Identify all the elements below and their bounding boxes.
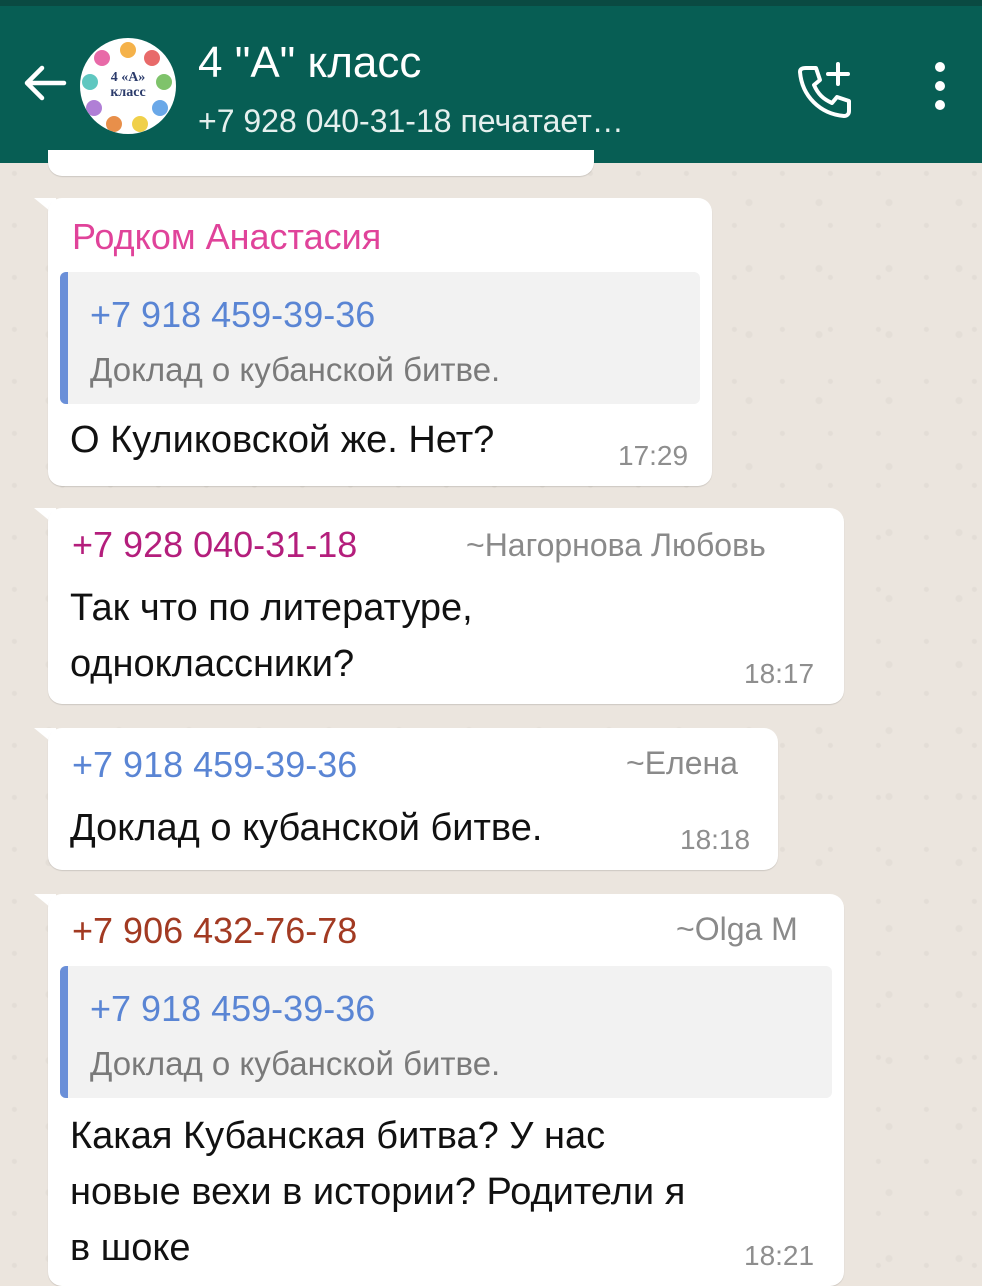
message-bubble[interactable]: +7 928 040-31-18 ~Нагорнова Любовь Так ч…	[48, 508, 844, 704]
message-sender[interactable]: Родком Анастасия	[72, 216, 381, 258]
message-sender[interactable]: +7 906 432-76-78	[72, 910, 357, 952]
more-vert-icon[interactable]	[920, 62, 960, 114]
message-text: Доклад о кубанской битве.	[70, 807, 543, 849]
message-bubble[interactable]: +7 906 432-76-78 ~Olga M +7 918 459-39-3…	[48, 894, 844, 1286]
message-text-line: Так что по литературе,	[70, 587, 473, 629]
typing-status: +7 928 040-31-18 печатает…	[198, 103, 624, 139]
message-text: О Куликовской же. Нет?	[70, 419, 495, 461]
avatar-label: 4 «А» класс	[110, 70, 146, 100]
previous-message-bubble	[48, 150, 594, 176]
message-sender[interactable]: +7 918 459-39-36	[72, 744, 357, 786]
message-bubble[interactable]: Родком Анастасия +7 918 459-39-36 Доклад…	[48, 198, 712, 486]
message-time: 17:29	[618, 440, 689, 471]
quote-text: Доклад о кубанской битве.	[90, 351, 501, 388]
quote-bar	[60, 966, 68, 1098]
message-text-line: одноклассники?	[70, 643, 355, 685]
message-time: 18:17	[744, 658, 815, 689]
chat-header: 4 «А» класс 4 "А" класс +7 928 040-31-18…	[0, 0, 982, 163]
message-time: 18:21	[744, 1240, 815, 1271]
message-text-line: Какая Кубанская битва? У нас	[70, 1115, 606, 1157]
sender-alias: ~Нагорнова Любовь	[466, 527, 766, 563]
quote-bar	[60, 272, 68, 404]
quote-sender: +7 918 459-39-36	[90, 294, 376, 335]
message-text-line: новые вехи в истории? Родители я	[70, 1171, 686, 1213]
group-avatar[interactable]: 4 «А» класс	[80, 38, 176, 134]
message-time: 18:18	[680, 824, 751, 855]
message-text-line: в шоке	[70, 1227, 191, 1269]
sender-alias: ~Елена	[626, 745, 738, 781]
message-sender[interactable]: +7 928 040-31-18	[72, 524, 357, 566]
quote-sender: +7 918 459-39-36	[90, 988, 376, 1029]
quote-text: Доклад о кубанской битве.	[90, 1045, 501, 1082]
quoted-message[interactable]: +7 918 459-39-36 Доклад о кубанской битв…	[60, 966, 832, 1098]
add-call-icon[interactable]	[792, 58, 856, 122]
status-bar-strip	[0, 0, 982, 6]
message-bubble[interactable]: +7 918 459-39-36 ~Елена Доклад о кубанск…	[48, 728, 778, 870]
quoted-message[interactable]: +7 918 459-39-36 Доклад о кубанской битв…	[60, 272, 700, 404]
back-arrow-icon[interactable]	[18, 56, 72, 110]
sender-alias: ~Olga M	[676, 911, 798, 947]
chat-title[interactable]: 4 "А" класс	[198, 38, 421, 88]
